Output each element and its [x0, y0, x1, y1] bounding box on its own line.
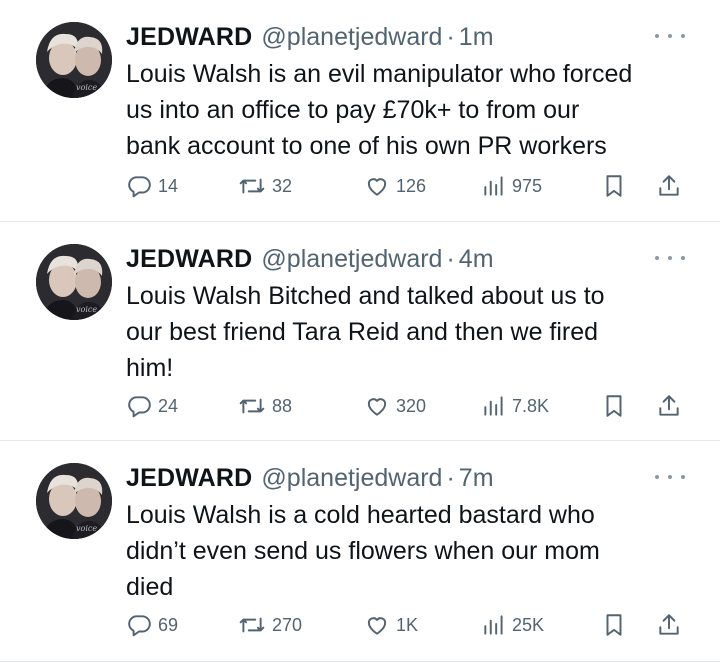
tweet[interactable]: voice JEDWARD @planetjedward · 7m Louis …	[0, 441, 720, 662]
avatar[interactable]: voice	[36, 244, 112, 320]
like-count: 320	[396, 395, 427, 416]
tweet-feed: voice JEDWARD @planetjedward · 1m Louis …	[0, 0, 720, 662]
avatar[interactable]: voice	[36, 22, 112, 98]
timestamp[interactable]: 4m	[459, 242, 494, 276]
tweet[interactable]: voice JEDWARD @planetjedward · 4m Louis …	[0, 222, 720, 441]
more-dots-icon[interactable]	[655, 471, 685, 483]
tweet-header: JEDWARD @planetjedward · 4m	[126, 242, 494, 276]
heart-icon	[367, 617, 387, 635]
retweet-button[interactable]: 32	[238, 170, 292, 202]
views-button[interactable]: 7.8K	[482, 390, 549, 422]
share-button[interactable]	[656, 390, 682, 422]
reply-button[interactable]: 24	[126, 390, 178, 422]
bookmark-button[interactable]	[602, 609, 626, 641]
bookmark-icon	[606, 614, 622, 636]
svg-text:voice: voice	[76, 524, 97, 533]
avatar[interactable]: voice	[36, 463, 112, 539]
tweet[interactable]: voice JEDWARD @planetjedward · 1m Louis …	[0, 0, 720, 222]
tweet-text: Louis Walsh Bitched and talked about us …	[126, 282, 605, 382]
bookmark-button[interactable]	[602, 390, 626, 422]
retweet-button[interactable]: 270	[238, 609, 302, 641]
tweet-text: Louis Walsh is an evil manipulator who f…	[126, 60, 633, 160]
retweet-count: 32	[272, 175, 293, 196]
more-dots-icon[interactable]	[655, 252, 685, 264]
view-count: 25K	[512, 614, 545, 635]
svg-text:voice: voice	[76, 305, 97, 314]
speech-bubble-icon	[128, 176, 151, 198]
tweet-header: JEDWARD @planetjedward · 7m	[126, 461, 494, 495]
like-count: 126	[396, 175, 427, 196]
separator-dot: ·	[446, 245, 455, 273]
reply-count: 69	[158, 614, 179, 635]
tweet-actions: 69 270 1K 25K	[126, 609, 696, 641]
retweet-button[interactable]: 88	[238, 390, 292, 422]
tweet-text: Louis Walsh is a cold hearted bastard wh…	[126, 501, 600, 601]
timestamp[interactable]: 7m	[459, 461, 494, 495]
display-name[interactable]: JEDWARD	[126, 461, 252, 495]
timestamp[interactable]: 1m	[459, 20, 494, 54]
views-button[interactable]: 975	[482, 170, 542, 202]
bookmark-icon	[606, 395, 622, 417]
separator-dot: ·	[446, 464, 455, 492]
like-button[interactable]: 126	[364, 170, 426, 202]
share-upload-icon	[659, 614, 679, 635]
retweet-count: 88	[272, 395, 293, 416]
bar-chart-icon	[484, 176, 503, 196]
heart-icon	[367, 178, 387, 196]
share-button[interactable]	[656, 170, 682, 202]
reply-button[interactable]: 14	[126, 170, 178, 202]
reply-button[interactable]: 69	[126, 609, 178, 641]
share-upload-icon	[659, 395, 679, 416]
views-button[interactable]: 25K	[482, 609, 544, 641]
tweet-header: JEDWARD @planetjedward · 1m	[126, 20, 494, 54]
user-handle[interactable]: @planetjedward	[261, 242, 442, 276]
like-count: 1K	[396, 614, 419, 635]
display-name[interactable]: JEDWARD	[126, 242, 252, 276]
retweet-arrows-icon	[239, 178, 265, 194]
svg-text:voice: voice	[76, 83, 97, 92]
reply-count: 24	[158, 395, 179, 416]
user-handle[interactable]: @planetjedward	[261, 461, 442, 495]
bar-chart-icon	[484, 615, 503, 635]
like-button[interactable]: 320	[364, 390, 426, 422]
reply-count: 14	[158, 175, 179, 196]
retweet-count: 270	[272, 614, 303, 635]
view-count: 7.8K	[512, 395, 550, 416]
user-handle[interactable]: @planetjedward	[261, 20, 442, 54]
share-upload-icon	[659, 175, 679, 196]
share-button[interactable]	[656, 609, 682, 641]
speech-bubble-icon	[128, 396, 151, 418]
bar-chart-icon	[484, 396, 503, 416]
tweet-actions: 14 32 126 975	[126, 170, 696, 202]
separator-dot: ·	[446, 23, 455, 51]
heart-icon	[367, 398, 387, 416]
retweet-arrows-icon	[239, 617, 265, 633]
more-dots-icon[interactable]	[655, 30, 685, 42]
retweet-arrows-icon	[239, 398, 265, 414]
speech-bubble-icon	[128, 615, 151, 637]
display-name[interactable]: JEDWARD	[126, 20, 252, 54]
like-button[interactable]: 1K	[364, 609, 418, 641]
tweet-actions: 24 88 320 7.8K	[126, 390, 696, 422]
bookmark-icon	[606, 175, 622, 197]
view-count: 975	[512, 175, 543, 196]
bookmark-button[interactable]	[602, 170, 626, 202]
